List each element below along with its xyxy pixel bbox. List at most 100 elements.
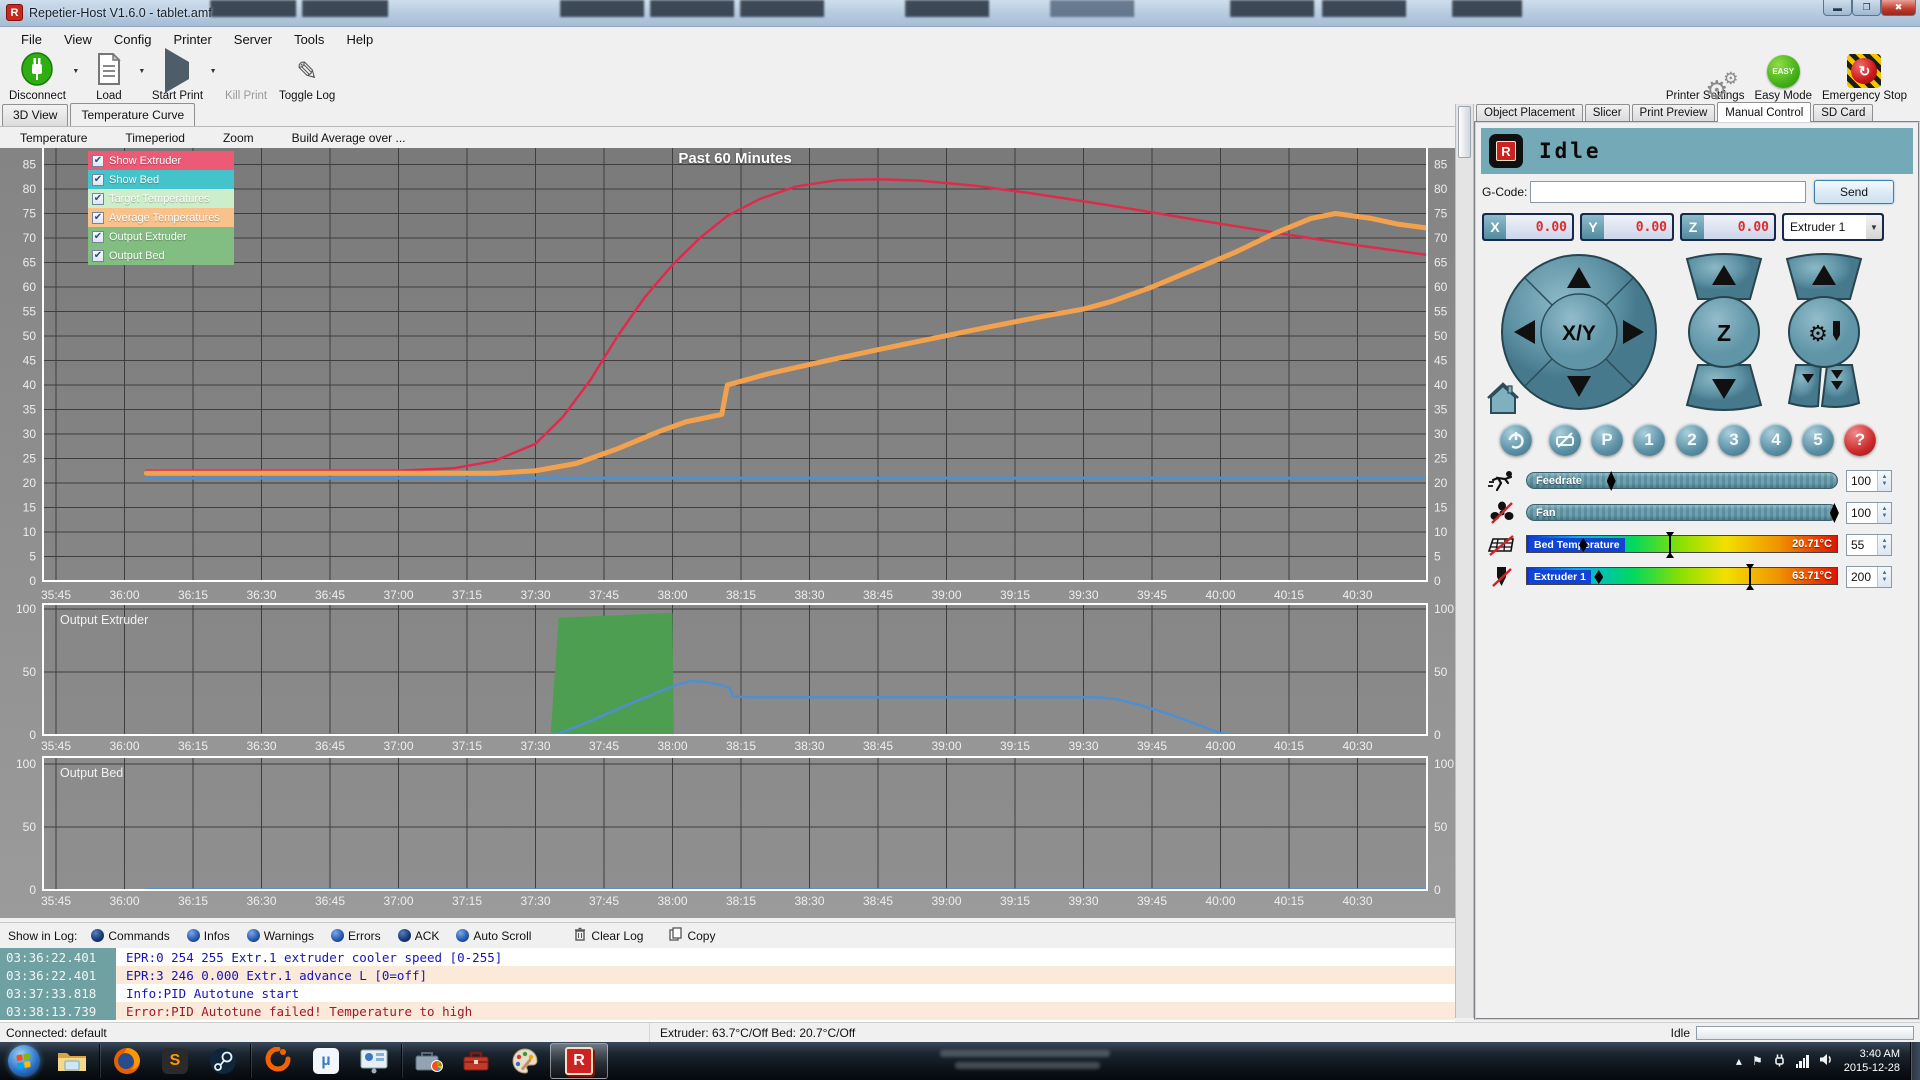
taskbar-paint-palette[interactable] [502, 1043, 548, 1079]
spinner-arrows-icon[interactable]: ▲▼ [1877, 535, 1891, 555]
printer-settings-button[interactable]: ⚙⚙Printer Settings [1661, 51, 1750, 104]
log-filter-ack[interactable]: ACK [398, 929, 440, 943]
feedrate-slider-handle[interactable] [1607, 471, 1616, 491]
start-print-button[interactable]: Start Print [147, 51, 208, 104]
fan-slider-handle[interactable] [1830, 503, 1839, 523]
taskbar-explorer[interactable] [49, 1043, 95, 1079]
checkbox-icon[interactable]: ✔ [92, 231, 104, 243]
emergency-stop-button[interactable]: ↻Emergency Stop [1817, 51, 1912, 104]
fan-value-spinner[interactable]: 100▲▼ [1846, 502, 1892, 524]
extruder-jog-control[interactable]: ⚙ [1787, 254, 1861, 407]
send-button[interactable]: Send [1814, 180, 1894, 204]
taskbar-firefox[interactable] [104, 1043, 150, 1079]
checkbox-icon[interactable]: ✔ [92, 193, 104, 205]
log-filter-warnings[interactable]: Warnings [247, 929, 314, 943]
load-button[interactable]: Load [81, 51, 137, 104]
feedrate-slider[interactable]: Feedrate [1526, 472, 1838, 489]
power-button[interactable] [1500, 424, 1532, 456]
chart-scrollbar[interactable] [1455, 104, 1474, 1018]
taskbar-admin-toolbox[interactable] [406, 1043, 452, 1079]
legend-item-target-temperatures[interactable]: ✔Target Temperatures [88, 189, 234, 208]
chart-menu-timeperiod[interactable]: Timeperiod [125, 131, 185, 145]
checkbox-icon[interactable]: ✔ [92, 212, 104, 224]
start-print-dropdown-arrow[interactable]: ▼ [208, 53, 218, 89]
extruder-1-value-spinner[interactable]: 200▲▼ [1846, 566, 1892, 588]
taskbar-repetier-host-active[interactable]: R [550, 1043, 608, 1079]
tab-temperature-curve[interactable]: Temperature Curve [70, 103, 195, 126]
taskbar-red-toolbox[interactable] [454, 1043, 500, 1079]
spinner-arrows-icon[interactable]: ▲▼ [1877, 503, 1891, 523]
legend-item-show-bed[interactable]: ✔Show Bed [88, 170, 234, 189]
chart-menu-temperature[interactable]: Temperature [20, 131, 87, 145]
checkbox-icon[interactable]: ✔ [92, 250, 104, 262]
tab-slicer[interactable]: Slicer [1585, 104, 1630, 122]
xy-jog-pad[interactable]: X/Y [1502, 255, 1656, 409]
tab-manual-control[interactable]: Manual Control [1717, 102, 1811, 122]
checkbox-icon[interactable]: ✔ [92, 174, 104, 186]
tab-object-placement[interactable]: Object Placement [1476, 104, 1583, 122]
feedrate-value-spinner[interactable]: 100▲▼ [1846, 470, 1892, 492]
minimize-button[interactable]: ▬ [1823, 0, 1852, 16]
volume-icon[interactable] [1819, 1053, 1834, 1069]
home-button[interactable] [1488, 384, 1518, 413]
taskbar-utorrent[interactable]: µ [303, 1043, 349, 1079]
easy-mode-button[interactable]: EASYEasy Mode [1749, 51, 1817, 104]
legend-item-output-extruder[interactable]: ✔Output Extruder [88, 227, 234, 246]
spinner-arrows-icon[interactable]: ▲▼ [1877, 567, 1891, 587]
extruder-1-slider-handle[interactable] [1594, 570, 1603, 584]
park-button[interactable]: P [1591, 424, 1623, 456]
log-filter-errors[interactable]: Errors [331, 929, 381, 943]
taskbar-sublime-text[interactable]: S [152, 1043, 198, 1079]
extruder-1-slider[interactable]: Extruder 163.71°C [1526, 567, 1838, 585]
preset-2-button[interactable]: 2 [1676, 424, 1708, 456]
preset-1-button[interactable]: 1 [1633, 424, 1665, 456]
fan-slider[interactable]: Fan [1526, 504, 1838, 521]
action-center-flag-icon[interactable]: ⚑ [1752, 1054, 1763, 1068]
menu-server[interactable]: Server [223, 29, 283, 50]
menu-view[interactable]: View [53, 29, 103, 50]
chevron-up-icon[interactable]: ▴ [1736, 1054, 1742, 1068]
bed-temperature-slider[interactable]: Bed Temperature20.71°C [1526, 535, 1838, 553]
taskbar-steam[interactable] [200, 1043, 246, 1079]
extruder-select[interactable]: Extruder 1 ▼ [1782, 213, 1884, 241]
menu-printer[interactable]: Printer [162, 29, 222, 50]
show-desktop-button[interactable] [1910, 1042, 1920, 1080]
taskbar-start-orb[interactable] [1, 1043, 47, 1079]
close-button[interactable]: ✖ [1881, 0, 1916, 16]
menu-config[interactable]: Config [103, 29, 163, 50]
tab-print-preview[interactable]: Print Preview [1632, 104, 1716, 122]
tab-3d-view[interactable]: 3D View [2, 104, 68, 126]
preset-3-button[interactable]: 3 [1718, 424, 1750, 456]
legend-item-average-temperatures[interactable]: ✔Average Temperatures [88, 208, 234, 227]
help-button[interactable]: ? [1844, 424, 1876, 456]
disconnect-button[interactable]: Disconnect [4, 51, 71, 104]
disconnect-dropdown-arrow[interactable]: ▼ [71, 53, 81, 89]
network-signal-icon[interactable] [1796, 1055, 1809, 1068]
menu-tools[interactable]: Tools [283, 29, 335, 50]
taskbar-origin[interactable] [255, 1043, 301, 1079]
chart-menu-zoom[interactable]: Zoom [223, 131, 254, 145]
power-plug-icon[interactable] [1773, 1053, 1786, 1070]
load-dropdown-arrow[interactable]: ▼ [137, 53, 147, 89]
menu-file[interactable]: File [10, 29, 53, 50]
copy-button[interactable]: Copy [669, 927, 715, 944]
preset-5-button[interactable]: 5 [1802, 424, 1834, 456]
spinner-arrows-icon[interactable]: ▲▼ [1877, 471, 1891, 491]
preset-4-button[interactable]: 4 [1760, 424, 1792, 456]
log-filter-commands[interactable]: Commands [91, 929, 169, 943]
log-filter-infos[interactable]: Infos [187, 929, 230, 943]
legend-item-show-extruder[interactable]: ✔Show Extruder [88, 151, 234, 170]
heated-bed-off-button[interactable] [1549, 424, 1581, 456]
checkbox-icon[interactable]: ✔ [92, 155, 104, 167]
maximize-button[interactable]: ❐ [1852, 0, 1881, 16]
log-filter-auto-scroll[interactable]: Auto Scroll [456, 929, 531, 943]
clear-log-button[interactable]: Clear Log [574, 927, 643, 944]
taskbar-display-settings[interactable] [351, 1043, 397, 1079]
tab-sd-card[interactable]: SD Card [1813, 104, 1873, 122]
bed-temperature-value-spinner[interactable]: 55▲▼ [1846, 534, 1892, 556]
gcode-input[interactable] [1530, 181, 1806, 203]
menu-help[interactable]: Help [335, 29, 384, 50]
toggle-log-button[interactable]: ✎Toggle Log [274, 51, 340, 104]
chart-menu-buildaverageover[interactable]: Build Average over ... [292, 131, 406, 145]
legend-item-output-bed[interactable]: ✔Output Bed [88, 246, 234, 265]
